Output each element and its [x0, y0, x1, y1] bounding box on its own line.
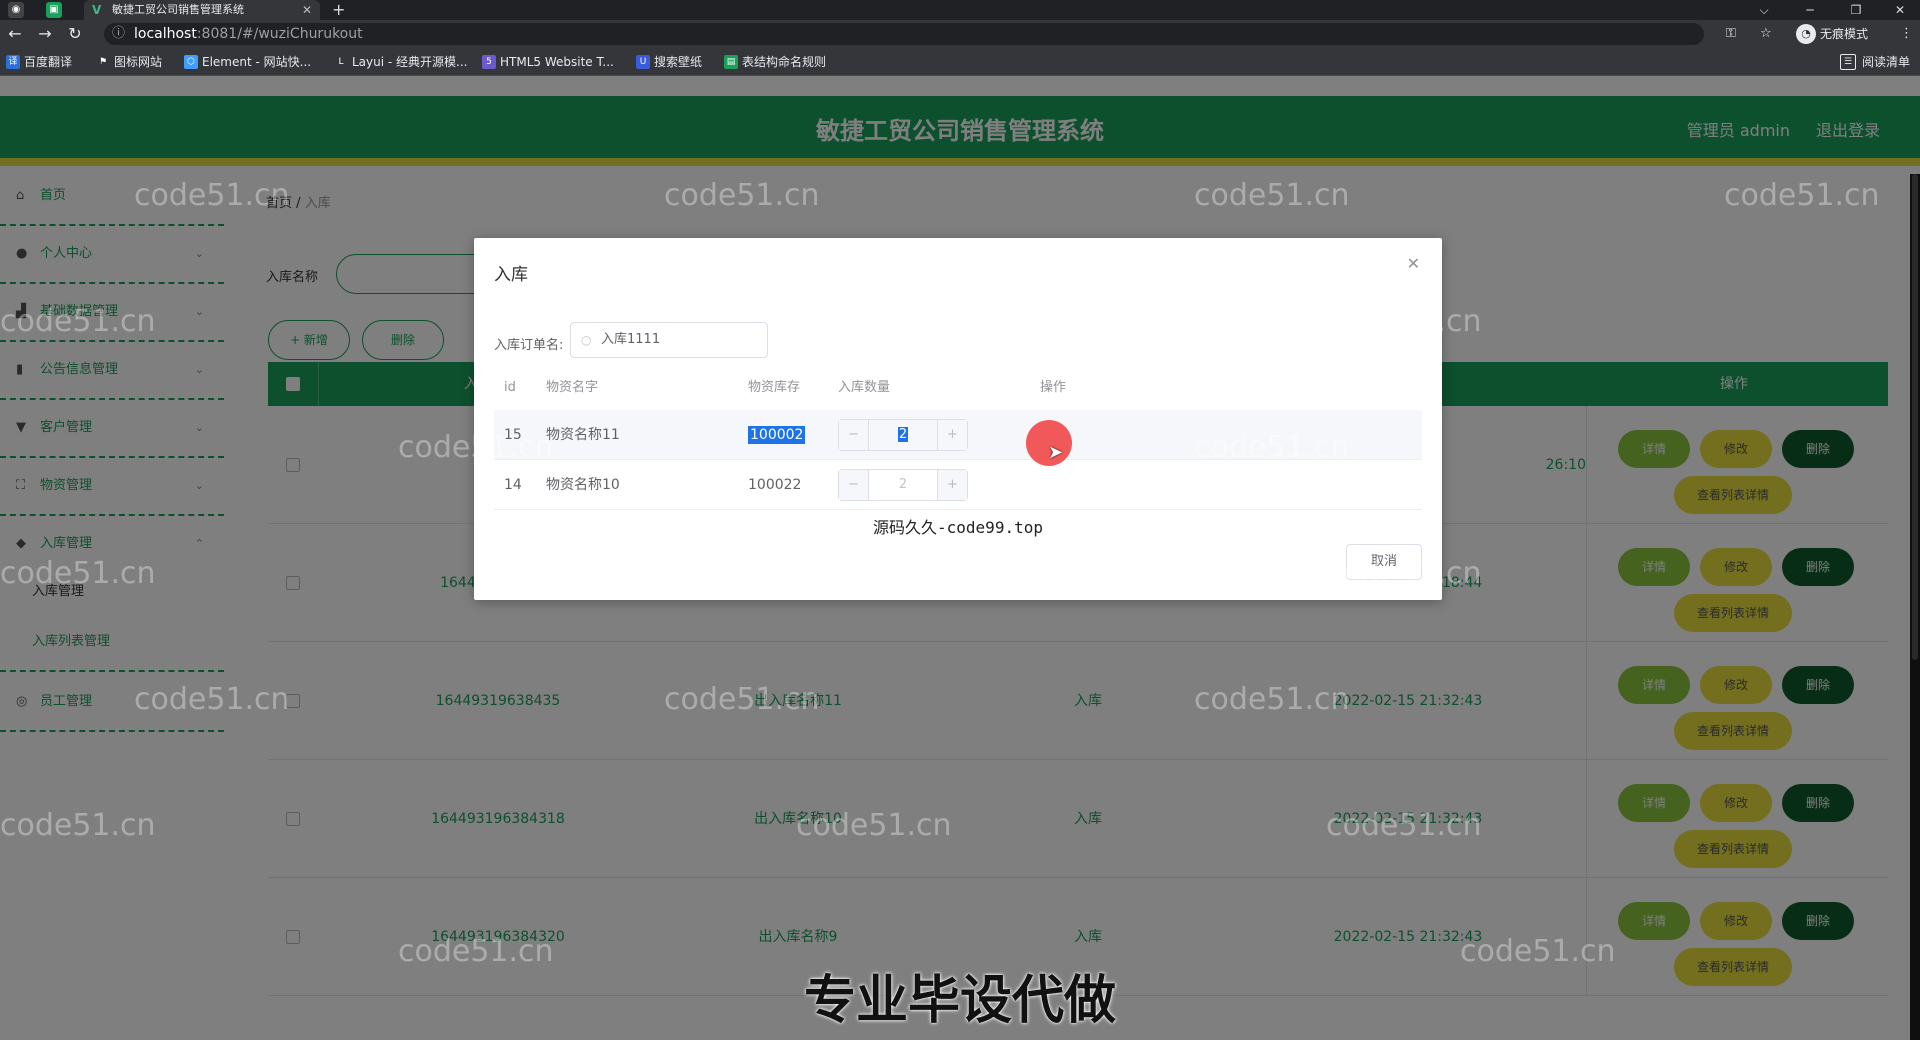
bookmark-item[interactable]: 5 HTML5 Website T... [482, 48, 614, 76]
column-header-id: id [504, 380, 516, 395]
bookmark-item[interactable]: ▤ 表结构命名规则 [724, 48, 826, 76]
reading-list-icon: ☰ [1839, 54, 1856, 70]
order-name-value: 入库1111 [601, 332, 661, 347]
url-path: :8081/#/wuziChurukout [196, 26, 363, 42]
translate-icon: 译 [6, 55, 20, 69]
search-icon: ○ [581, 333, 592, 347]
quantity-value: 2 [897, 427, 909, 442]
info-icon[interactable]: ⓘ [112, 23, 125, 45]
forward-icon[interactable]: → [34, 24, 56, 44]
sheet-icon: ▤ [724, 55, 738, 69]
increment-button[interactable]: + [937, 420, 967, 450]
window-close-icon[interactable]: ✕ [1880, 0, 1920, 20]
key-icon[interactable]: ⚿ [1726, 24, 1736, 44]
cell-id: 15 [504, 427, 522, 443]
vue-icon: V [92, 3, 102, 17]
address-bar: ← → ↻ ⓘ localhost:8081/#/wuziChurukout ⚿… [0, 20, 1920, 48]
decrement-button[interactable]: − [839, 470, 869, 500]
pinned-tab-icon[interactable]: ◉ [8, 2, 24, 18]
bookmarks-bar: 译百度翻译 ⚑ 图标网站 ⬡ Element - 网站快... L Layui - 经… [0, 48, 1920, 76]
cell-name: 物资名称10 [546, 477, 620, 493]
pinned-tab-icon[interactable]: ▣ [46, 2, 62, 18]
cancel-button[interactable]: 取消 [1346, 544, 1422, 580]
profile-label: 无痕模式 [1820, 27, 1869, 41]
cell-stock: 100002 [748, 410, 806, 460]
quantity-stepper[interactable]: − 2 + [838, 419, 968, 451]
bookmark-item[interactable]: ⬡ Element - 网站快... [184, 48, 311, 76]
bookmark-item[interactable]: U 搜索壁纸 [636, 48, 702, 76]
inbound-dialog: 入库 ✕ 入库订单名: ○ 入库1111 id 物资名字 物资库存 入库数量 操… [474, 238, 1442, 600]
table-row: 15 物资名称11 100002 − 2 + [494, 410, 1422, 460]
table-row: 14 物资名称10 100022 − 2 + [494, 460, 1422, 510]
column-header-name: 物资名字 [546, 380, 599, 395]
increment-button[interactable]: + [937, 470, 967, 500]
url-input[interactable]: ⓘ localhost:8081/#/wuziChurukout [104, 23, 1704, 45]
decrement-button[interactable]: − [839, 420, 869, 450]
column-header-stock: 物资库存 [748, 380, 801, 395]
wallpaper-icon: U [636, 55, 650, 69]
dialog-caption: 源码久久-code99.top [873, 518, 1043, 537]
html5-icon: 5 [482, 55, 496, 69]
star-icon[interactable]: ☆ [1760, 24, 1772, 44]
back-icon[interactable]: ← [4, 24, 26, 44]
quantity-input[interactable]: 2 [869, 470, 937, 500]
cell-name: 物资名称11 [546, 427, 620, 443]
menu-icon[interactable]: ⋮ [1900, 24, 1913, 44]
layui-icon: L [338, 57, 344, 67]
app-viewport: 敏捷工贸公司销售管理系统 管理员 admin 退出登录 ⌂首页 ●个人中心⌄ ▟… [0, 76, 1920, 1040]
url-host: localhost [134, 26, 197, 42]
incognito-profile[interactable]: ◔ 无痕模式 [1796, 24, 1868, 44]
minimize-icon[interactable]: ─ [1790, 0, 1830, 20]
bookmark-item[interactable]: ⚑ 图标网站 [96, 48, 162, 76]
bookmark-item[interactable]: 译百度翻译 [6, 48, 72, 76]
cell-stock: 100022 [748, 477, 802, 493]
cell-id: 14 [504, 477, 522, 493]
close-icon[interactable]: ✕ [302, 0, 312, 20]
bookmark-item[interactable]: L Layui - 经典开源模... [334, 48, 467, 76]
tab-search-icon[interactable]: ⌵ [1744, 0, 1784, 20]
restore-icon[interactable]: ❐ [1836, 0, 1876, 20]
column-header-actions: 操作 [1040, 380, 1067, 395]
incognito-icon: ◔ [1796, 24, 1816, 44]
close-icon[interactable]: ✕ [1407, 254, 1420, 273]
browser-tab-active[interactable]: V 敏捷工贸公司销售管理系统 ✕ [84, 0, 320, 20]
order-name-input[interactable]: ○ 入库1111 [570, 322, 768, 358]
cursor-icon: ➤ [1048, 442, 1064, 463]
video-subtitle: 专业毕设代做 [803, 971, 1116, 1031]
reading-list-button[interactable]: ☰ 阅读清单 [1839, 48, 1910, 76]
column-header-quantity: 入库数量 [838, 380, 891, 395]
selected-stock-text: 100002 [748, 426, 806, 444]
reload-icon[interactable]: ↻ [64, 24, 86, 44]
flag-icon: ⚑ [98, 57, 108, 67]
new-tab-icon[interactable]: + [332, 0, 345, 20]
element-icon: ⬡ [184, 55, 198, 69]
order-name-label: 入库订单名: [494, 338, 564, 353]
quantity-input[interactable]: 2 [869, 420, 937, 450]
quantity-stepper[interactable]: − 2 + [838, 469, 968, 501]
browser-tab-strip: ◉ ▣ V 敏捷工贸公司销售管理系统 ✕ + ⌵ ─ ❐ ✕ [0, 0, 1920, 20]
dialog-title: 入库 [494, 265, 528, 285]
tab-title: 敏捷工贸公司销售管理系统 [112, 3, 244, 16]
